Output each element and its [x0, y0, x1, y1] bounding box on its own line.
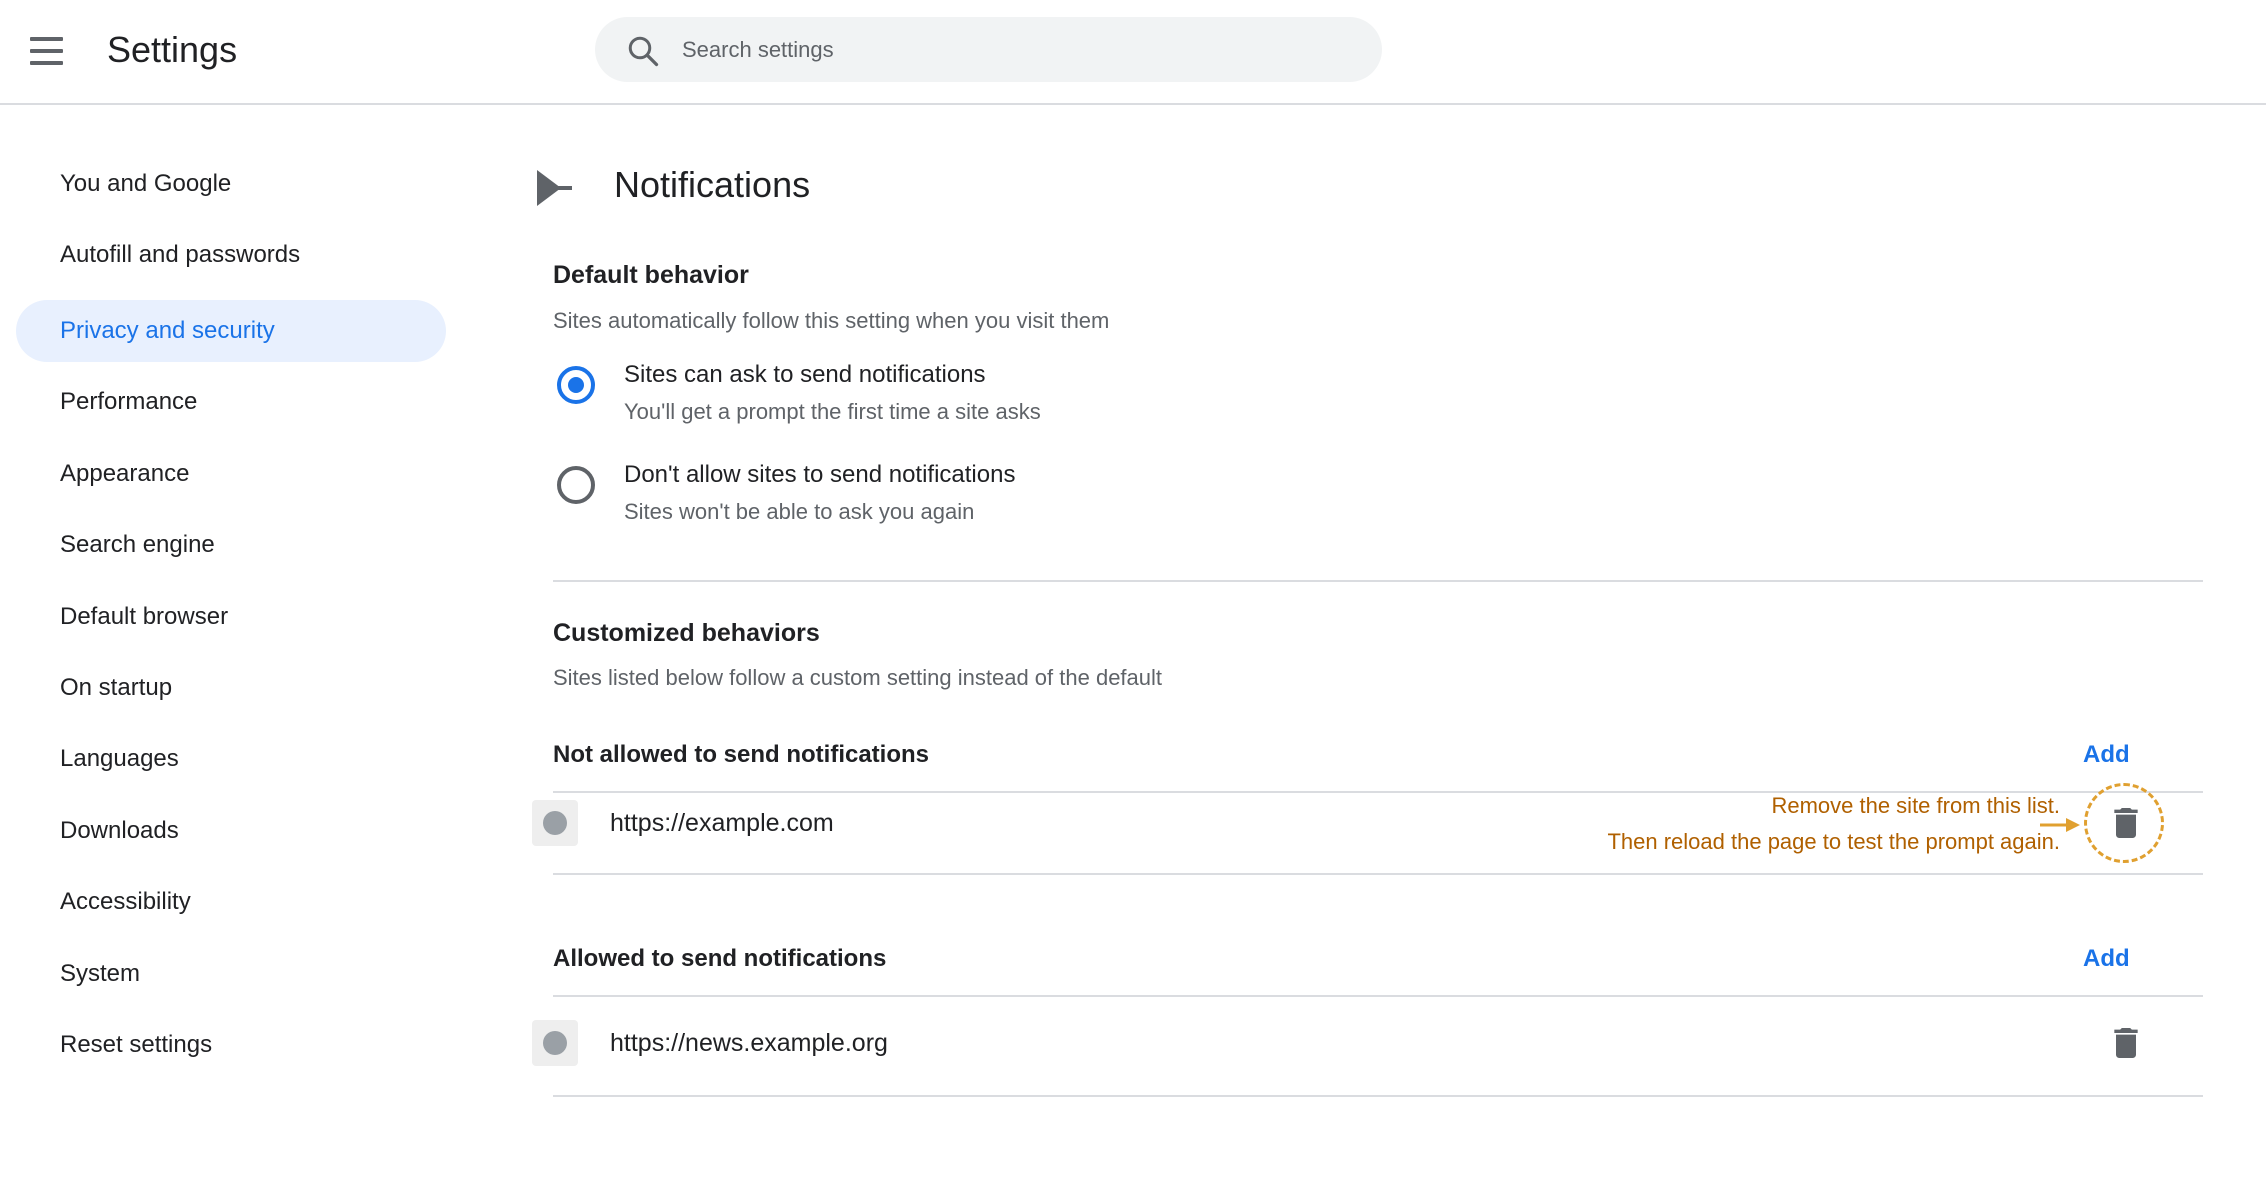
hamburger-menu-icon: [30, 37, 63, 41]
page-title: Notifications: [614, 164, 811, 205]
radio-block-label[interactable]: Don't allow sites to send notifications: [624, 459, 1015, 491]
annotation-line-1: Remove the site from this list.: [1771, 793, 2060, 818]
not-allowed-heading: Not allowed to send notifications: [553, 741, 930, 768]
sidebar-item-label: Appearance: [60, 460, 190, 487]
radio-block[interactable]: [557, 466, 595, 504]
site-url[interactable]: https://example.com: [610, 806, 834, 840]
list-divider: [553, 995, 2203, 997]
default-behavior-description: Sites automatically follow this setting …: [553, 308, 1110, 333]
main-menu-button[interactable]: [22, 26, 74, 74]
sidebar-item-label: Default browser: [60, 603, 229, 630]
sidebar-item-label: Performance: [60, 388, 198, 415]
sidebar-item-label: On startup: [60, 674, 173, 701]
sidebar-item-label: Search engine: [60, 531, 215, 558]
allowed-add-button[interactable]: Add: [2083, 943, 2130, 975]
sidebar-item-accessibility[interactable]: Accessibility: [16, 871, 446, 933]
sidebar-item-label: Downloads: [60, 817, 179, 844]
sidebar-item-you-and-google[interactable]: You and Google: [16, 153, 446, 215]
sidebar-item-label: Privacy and security: [60, 317, 275, 344]
sidebar-item-label: Accessibility: [60, 888, 191, 915]
section-divider: [553, 580, 2203, 582]
sidebar-item-on-startup[interactable]: On startup: [16, 657, 446, 719]
sidebar-item-default-browser[interactable]: Default browser: [16, 586, 446, 648]
top-bar: Settings: [0, 0, 2266, 105]
trash-icon[interactable]: [2106, 1022, 2146, 1064]
customized-behaviors-description: Sites listed below follow a custom setti…: [553, 665, 1163, 690]
back-arrow-icon[interactable]: [530, 166, 574, 210]
sidebar-item-label: Languages: [60, 745, 179, 772]
radio-allow-ask-label[interactable]: Sites can ask to send notifications: [624, 359, 986, 391]
remove-site-annotation: Remove the site from this list. Then rel…: [1540, 783, 2060, 863]
list-divider: [553, 1095, 2203, 1097]
sidebar-item-autofill[interactable]: Autofill and passwords: [16, 224, 446, 286]
sidebar-item-privacy-security[interactable]: Privacy and security: [16, 300, 446, 362]
site-favicon: [532, 1020, 578, 1066]
sidebar-item-label: Reset settings: [60, 1031, 213, 1058]
allowed-heading: Allowed to send notifications: [553, 945, 887, 972]
radio-block-sublabel: Sites won't be able to ask you again: [624, 499, 975, 524]
trash-icon[interactable]: [2106, 802, 2146, 844]
radio-allow-ask-sublabel: You'll get a prompt the first time a sit…: [624, 399, 1041, 424]
default-behavior-heading: Default behavior: [553, 261, 749, 289]
sidebar-item-search-engine[interactable]: Search engine: [16, 514, 446, 576]
sidebar-item-performance[interactable]: Performance: [16, 371, 446, 433]
search-bar[interactable]: [595, 17, 1382, 82]
app-title: Settings: [107, 29, 238, 70]
sidebar-item-reset-settings[interactable]: Reset settings: [16, 1014, 446, 1076]
sidebar-item-label: Autofill and passwords: [60, 241, 301, 268]
search-icon: [628, 36, 659, 67]
annotation-line-2: Then reload the page to test the prompt …: [1607, 829, 2060, 854]
annotation-arrow-icon: [2040, 818, 2080, 832]
sidebar-item-downloads[interactable]: Downloads: [16, 800, 446, 862]
sidebar-item-label: You and Google: [60, 170, 232, 197]
list-divider: [553, 873, 2203, 875]
site-url[interactable]: https://news.example.org: [610, 1026, 888, 1060]
not-allowed-add-button[interactable]: Add: [2083, 739, 2130, 771]
sidebar-item-system[interactable]: System: [16, 943, 446, 1005]
customized-behaviors-heading: Customized behaviors: [553, 619, 820, 647]
sidebar-item-appearance[interactable]: Appearance: [16, 443, 446, 505]
radio-allow-ask[interactable]: [557, 366, 595, 404]
sidebar-item-label: System: [60, 960, 141, 987]
site-favicon: [532, 800, 578, 846]
sidebar-item-languages[interactable]: Languages: [16, 728, 446, 790]
search-input[interactable]: [680, 27, 1344, 73]
